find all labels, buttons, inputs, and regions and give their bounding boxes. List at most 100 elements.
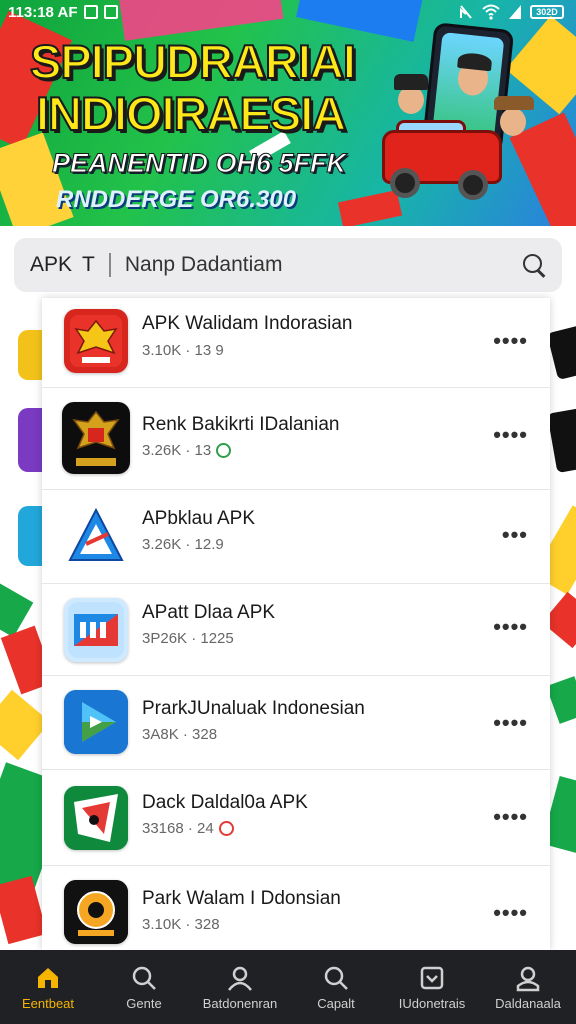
- app-meta-text: 3.26K · 12.9: [142, 536, 224, 553]
- app-results-list[interactable]: APK Walidam Indorasian 3.10K · 13 9 ••••…: [42, 298, 550, 950]
- list-item[interactable]: Park Walam I Ddonsian 3.10K · 328 ••••: [42, 866, 550, 950]
- character-right-hat: [494, 96, 534, 110]
- app-icon-garuda-red[interactable]: [64, 309, 128, 373]
- app-name[interactable]: Renk Bakikrti IDalanian: [142, 414, 339, 436]
- banner-title-line2: INDIOIRAESIA: [35, 86, 347, 141]
- peek-icon: [18, 330, 44, 380]
- character-left-face: [398, 86, 424, 114]
- app-icon-play[interactable]: [64, 690, 128, 754]
- banner-shard: [337, 190, 403, 226]
- search-category-dropdown-icon[interactable]: T: [82, 253, 95, 277]
- app-meta: 3.10K · 328: [142, 916, 220, 933]
- more-options-button[interactable]: ••••: [493, 328, 528, 354]
- app-icon-dark-emblem[interactable]: [64, 880, 128, 944]
- list-item[interactable]: PrarkJUnaluak Indonesian 3A8K · 328 ••••: [42, 676, 550, 770]
- banner-subtitle-line2: RNDDERGE OR6.300: [56, 186, 297, 213]
- app-name[interactable]: APbklau APK: [142, 508, 255, 530]
- app-meta: 3.10K · 13 9: [142, 342, 224, 359]
- nav-item-downloads[interactable]: IUdonetrais: [384, 950, 480, 1024]
- character-hair: [457, 51, 493, 72]
- nav-item-explore[interactable]: Capalt: [288, 950, 384, 1024]
- nav-label: IUdonetrais: [398, 995, 466, 1011]
- status-bar: 113:18 AF 302D: [0, 0, 576, 24]
- more-options-button[interactable]: ••••: [493, 804, 528, 830]
- app-meta: 3A8K · 328: [142, 726, 217, 743]
- app-meta-text: 3.26K · 13: [142, 442, 212, 459]
- peek-icon: [18, 408, 44, 472]
- peek-icon: [18, 506, 44, 566]
- app-icon-hdk[interactable]: [64, 598, 128, 662]
- app-name[interactable]: PrarkJUnaluak Indonesian: [142, 698, 365, 720]
- emblem-icon: [64, 880, 128, 944]
- card-logo-icon: [64, 786, 128, 850]
- app-name[interactable]: APK Walidam Indorasian: [142, 313, 353, 335]
- app-name[interactable]: Park Walam I Ddonsian: [142, 888, 341, 910]
- battery-icon: 302D: [530, 5, 564, 19]
- app-icon-blue-a[interactable]: [64, 504, 128, 568]
- garuda-icon: [72, 410, 120, 466]
- app-name[interactable]: Dack Daldal0a APK: [142, 792, 308, 814]
- list-item[interactable]: APK Walidam Indorasian 3.10K · 13 9 ••••: [42, 298, 550, 388]
- background-right-peek: [550, 300, 576, 950]
- search-input[interactable]: Nanp Dadantiam: [125, 253, 522, 277]
- app-meta: 3.26K · 13: [142, 442, 232, 459]
- battery-level: 302D: [536, 7, 558, 17]
- verified-check-icon: [216, 443, 232, 458]
- verified-badge-icon: [218, 821, 234, 836]
- app-icon-garuda-black[interactable]: [62, 402, 130, 474]
- more-options-button[interactable]: ••••: [493, 422, 528, 448]
- bottom-navigation: Eentbeat Gente Batdonenran Capalt IUdone…: [0, 950, 576, 1024]
- character-right-face: [500, 108, 526, 136]
- list-item[interactable]: Dack Daldal0a APK 33168 · 24 ••••: [42, 770, 550, 866]
- app-meta-text: 3.10K · 13 9: [142, 342, 224, 359]
- app-meta: 3P26K · 1225: [142, 630, 234, 647]
- peek-shard: [550, 776, 576, 854]
- profile-icon: [516, 966, 540, 991]
- nav-label: Eentbeat: [21, 995, 75, 1011]
- more-options-button[interactable]: •••: [502, 522, 528, 548]
- peek-shard: [0, 689, 44, 761]
- car-wheel: [390, 168, 420, 198]
- blue-triangle-logo-icon: [68, 507, 124, 561]
- peek-shard: [550, 591, 576, 649]
- peek-icon: [550, 323, 576, 381]
- app-icon-green-card[interactable]: [64, 786, 128, 850]
- nav-item-home[interactable]: Eentbeat: [0, 950, 96, 1024]
- peek-shard: [550, 505, 576, 595]
- signal-icon: [509, 5, 521, 19]
- mute-icon: [460, 5, 472, 19]
- background-left-peek: [0, 300, 44, 950]
- peek-shard: [550, 676, 576, 724]
- list-item[interactable]: APbklau APK 3.26K · 12.9 •••: [42, 490, 550, 584]
- character-left-hat: [394, 74, 428, 90]
- peek-icon: [550, 406, 576, 474]
- nav-label: Capalt: [317, 995, 355, 1011]
- nav-item-search[interactable]: Gente: [96, 950, 192, 1024]
- list-item[interactable]: Renk Bakikrti IDalanian 3.26K · 13 ••••: [42, 388, 550, 490]
- nav-item-people[interactable]: Batdonenran: [192, 950, 288, 1024]
- nav-item-profile[interactable]: Daldanaala: [480, 950, 576, 1024]
- banner-title-line1: SPIPUDRARIAI: [29, 34, 357, 89]
- more-options-button[interactable]: ••••: [493, 614, 528, 640]
- garuda-icon: [70, 315, 122, 367]
- banner-subtitle-line1: PEANENTID OH6 5FFK: [51, 148, 347, 179]
- list-item[interactable]: APatt Dlaa APK 3P26K · 1225 ••••: [42, 584, 550, 676]
- search-divider: [108, 253, 111, 277]
- app-meta: 33168 · 24: [142, 820, 234, 837]
- search-category[interactable]: APK: [30, 253, 72, 277]
- more-options-button[interactable]: ••••: [493, 710, 528, 736]
- search-bar[interactable]: APK T Nanp Dadantiam: [14, 238, 562, 292]
- gallery-icon: [103, 5, 118, 19]
- search-icon[interactable]: [522, 253, 546, 277]
- hdk-logo-icon: [68, 602, 124, 658]
- person-icon: [228, 966, 252, 991]
- nav-label: Daldanaala: [495, 995, 561, 1011]
- wifi-icon: [482, 4, 500, 20]
- more-options-button[interactable]: ••••: [493, 900, 528, 926]
- search-icon: [324, 966, 348, 990]
- app-name[interactable]: APatt Dlaa APK: [142, 602, 275, 624]
- notification-icon: [83, 5, 98, 19]
- peek-shard: [0, 625, 44, 695]
- app-meta-text: 33168 · 24: [142, 820, 214, 837]
- promo-banner[interactable]: 113:18 AF 302D SPIPUDRARIAI INDIOIRAESIA…: [0, 0, 576, 226]
